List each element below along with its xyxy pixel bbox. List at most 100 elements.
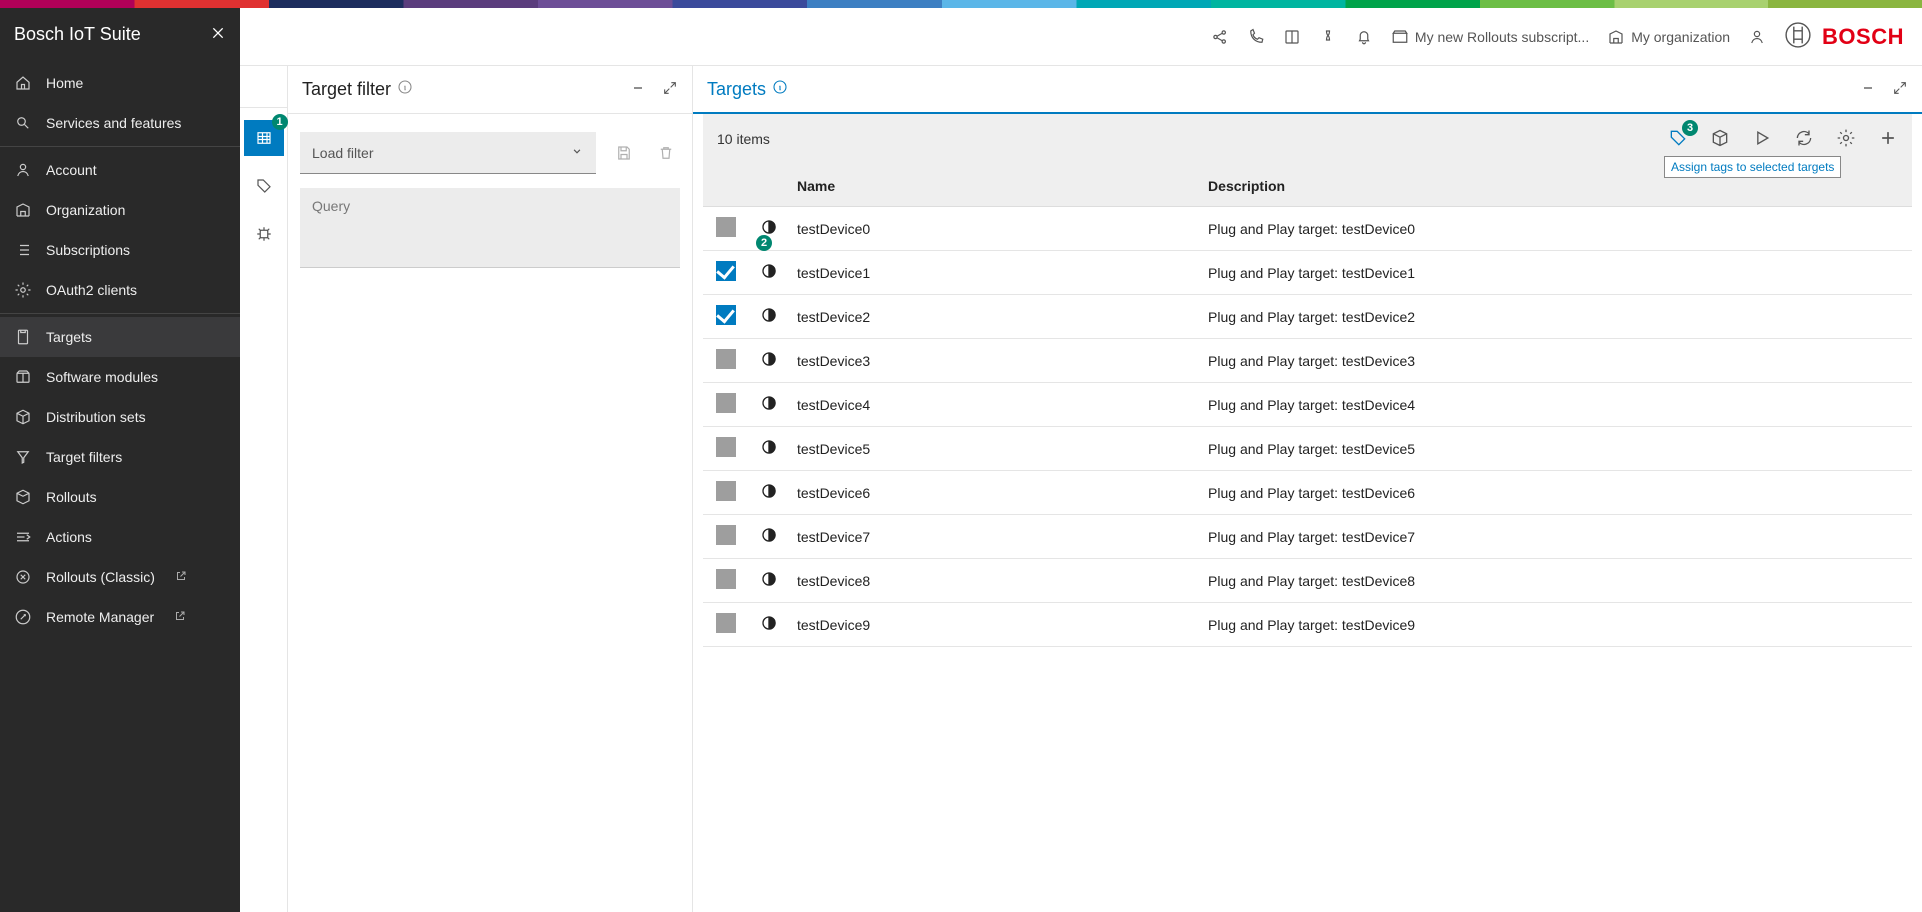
sidebar-item-label: Actions (46, 529, 92, 545)
brand-stripe (0, 0, 1922, 8)
load-filter-label: Load filter (312, 145, 373, 161)
row-checkbox[interactable] (716, 525, 736, 545)
expand-icon[interactable] (662, 80, 678, 99)
rail-view-tags[interactable] (244, 168, 284, 204)
sidebar-item-label: Home (46, 75, 83, 91)
subscription-selector[interactable]: My new Rollouts subscript... (1391, 28, 1589, 46)
add-target-icon[interactable] (1878, 128, 1898, 151)
assign-tags-button[interactable]: 3 Assign tags to selected targets (1668, 128, 1688, 151)
sidebar-item-rollouts[interactable]: Rollouts (0, 477, 240, 517)
settings-icon[interactable] (1836, 128, 1856, 151)
sidebar-item-label: OAuth2 clients (46, 282, 137, 298)
play-icon[interactable] (1752, 128, 1772, 151)
table-row[interactable]: testDevice7Plug and Play target: testDev… (703, 515, 1912, 559)
external-link-icon (174, 609, 186, 625)
table-row[interactable]: testDevice9Plug and Play target: testDev… (703, 603, 1912, 647)
sidebar-item-label: Rollouts (46, 489, 97, 505)
classic-icon (14, 568, 32, 586)
sidebar-item-home[interactable]: Home (0, 63, 240, 103)
status-icon (760, 267, 778, 283)
user-icon[interactable] (1748, 28, 1766, 46)
sidebar-item-actions[interactable]: Actions (0, 517, 240, 557)
table-row[interactable]: testDevice8Plug and Play target: testDev… (703, 559, 1912, 603)
sidebar-item-organization[interactable]: Organization (0, 190, 240, 230)
row-checkbox[interactable] (716, 305, 736, 325)
remote-icon (14, 608, 32, 626)
row-description: Plug and Play target: testDevice0 (1200, 207, 1912, 251)
expand-icon[interactable] (1892, 80, 1908, 99)
targets-title: Targets (707, 79, 766, 100)
rail-badge-1: 1 (272, 114, 288, 130)
table-row[interactable]: testDevice6Plug and Play target: testDev… (703, 471, 1912, 515)
info-icon[interactable] (397, 79, 413, 100)
org-icon (14, 201, 32, 219)
subscription-label: My new Rollouts subscript... (1415, 29, 1589, 45)
row-name: testDevice8 (789, 559, 1200, 603)
row-checkbox[interactable] (716, 481, 736, 501)
sidebar-item-subscriptions[interactable]: Subscriptions (0, 230, 240, 270)
row-description: Plug and Play target: testDevice7 (1200, 515, 1912, 559)
row-checkbox[interactable] (716, 393, 736, 413)
sidebar-item-label: Services and features (46, 115, 181, 131)
brand-word: BOSCH (1822, 24, 1904, 50)
status-icon (760, 487, 778, 503)
table-row[interactable]: testDevice3Plug and Play target: testDev… (703, 339, 1912, 383)
sidebar-item-label: Account (46, 162, 97, 178)
query-input[interactable]: Query (300, 188, 680, 268)
sidebar-item-account[interactable]: Account (0, 150, 240, 190)
status-icon (760, 443, 778, 459)
organization-label: My organization (1631, 29, 1730, 45)
sidebar-item-oauth2-clients[interactable]: OAuth2 clients (0, 270, 240, 310)
sidebar-item-target-filters[interactable]: Target filters (0, 437, 240, 477)
sidebar-item-distribution-sets[interactable]: Distribution sets (0, 397, 240, 437)
row-description: Plug and Play target: testDevice1 (1200, 251, 1912, 295)
tag-badge: 3 (1682, 120, 1698, 136)
status-icon (760, 619, 778, 635)
load-filter-dropdown[interactable]: Load filter (300, 132, 596, 174)
row-checkbox[interactable] (716, 217, 736, 237)
row-checkbox[interactable] (716, 261, 736, 281)
bosch-ring-icon (1784, 21, 1812, 52)
filter-icon (14, 448, 32, 466)
close-sidebar-icon[interactable] (210, 25, 226, 44)
targets-panel: Targets 10 items (693, 66, 1922, 912)
row-name: testDevice7 (789, 515, 1200, 559)
table-row[interactable]: testDevice0Plug and Play target: testDev… (703, 207, 1912, 251)
row-checkbox[interactable] (716, 437, 736, 457)
legal-icon[interactable] (1319, 28, 1337, 46)
row-checkbox[interactable] (716, 569, 736, 589)
assign-distribution-icon[interactable] (1710, 128, 1730, 151)
rollouts-icon (14, 488, 32, 506)
docs-icon[interactable] (1283, 28, 1301, 46)
sidebar-item-rollouts-classic-[interactable]: Rollouts (Classic) (0, 557, 240, 597)
minimize-icon[interactable] (630, 80, 646, 99)
app-title: Bosch IoT Suite (14, 24, 141, 45)
row-checkbox[interactable] (716, 349, 736, 369)
sidebar-item-services-and-features[interactable]: Services and features (0, 103, 240, 143)
sidebar-item-targets[interactable]: Targets (0, 317, 240, 357)
table-row[interactable]: testDevice5Plug and Play target: testDev… (703, 427, 1912, 471)
rail-view-table[interactable]: 1 (244, 120, 284, 156)
bell-icon[interactable] (1355, 28, 1373, 46)
info-icon[interactable] (772, 79, 788, 100)
refresh-icon[interactable] (1794, 128, 1814, 151)
actions-icon (14, 528, 32, 546)
row-description: Plug and Play target: testDevice6 (1200, 471, 1912, 515)
row-checkbox[interactable] (716, 613, 736, 633)
delete-filter-icon[interactable] (652, 139, 680, 167)
sidebar-item-software-modules[interactable]: Software modules (0, 357, 240, 397)
rail-view-chip[interactable] (244, 216, 284, 252)
share-icon[interactable] (1211, 28, 1229, 46)
sidebar-item-label: Software modules (46, 369, 158, 385)
table-row[interactable]: 2testDevice1Plug and Play target: testDe… (703, 251, 1912, 295)
sidebar-item-label: Remote Manager (46, 609, 154, 625)
phone-icon[interactable] (1247, 28, 1265, 46)
organization-selector[interactable]: My organization (1607, 28, 1730, 46)
table-row[interactable]: testDevice4Plug and Play target: testDev… (703, 383, 1912, 427)
minimize-icon[interactable] (1860, 80, 1876, 99)
table-row[interactable]: testDevice2Plug and Play target: testDev… (703, 295, 1912, 339)
row-description: Plug and Play target: testDevice8 (1200, 559, 1912, 603)
sidebar-item-remote-manager[interactable]: Remote Manager (0, 597, 240, 637)
status-icon (760, 355, 778, 371)
save-filter-icon[interactable] (610, 139, 638, 167)
